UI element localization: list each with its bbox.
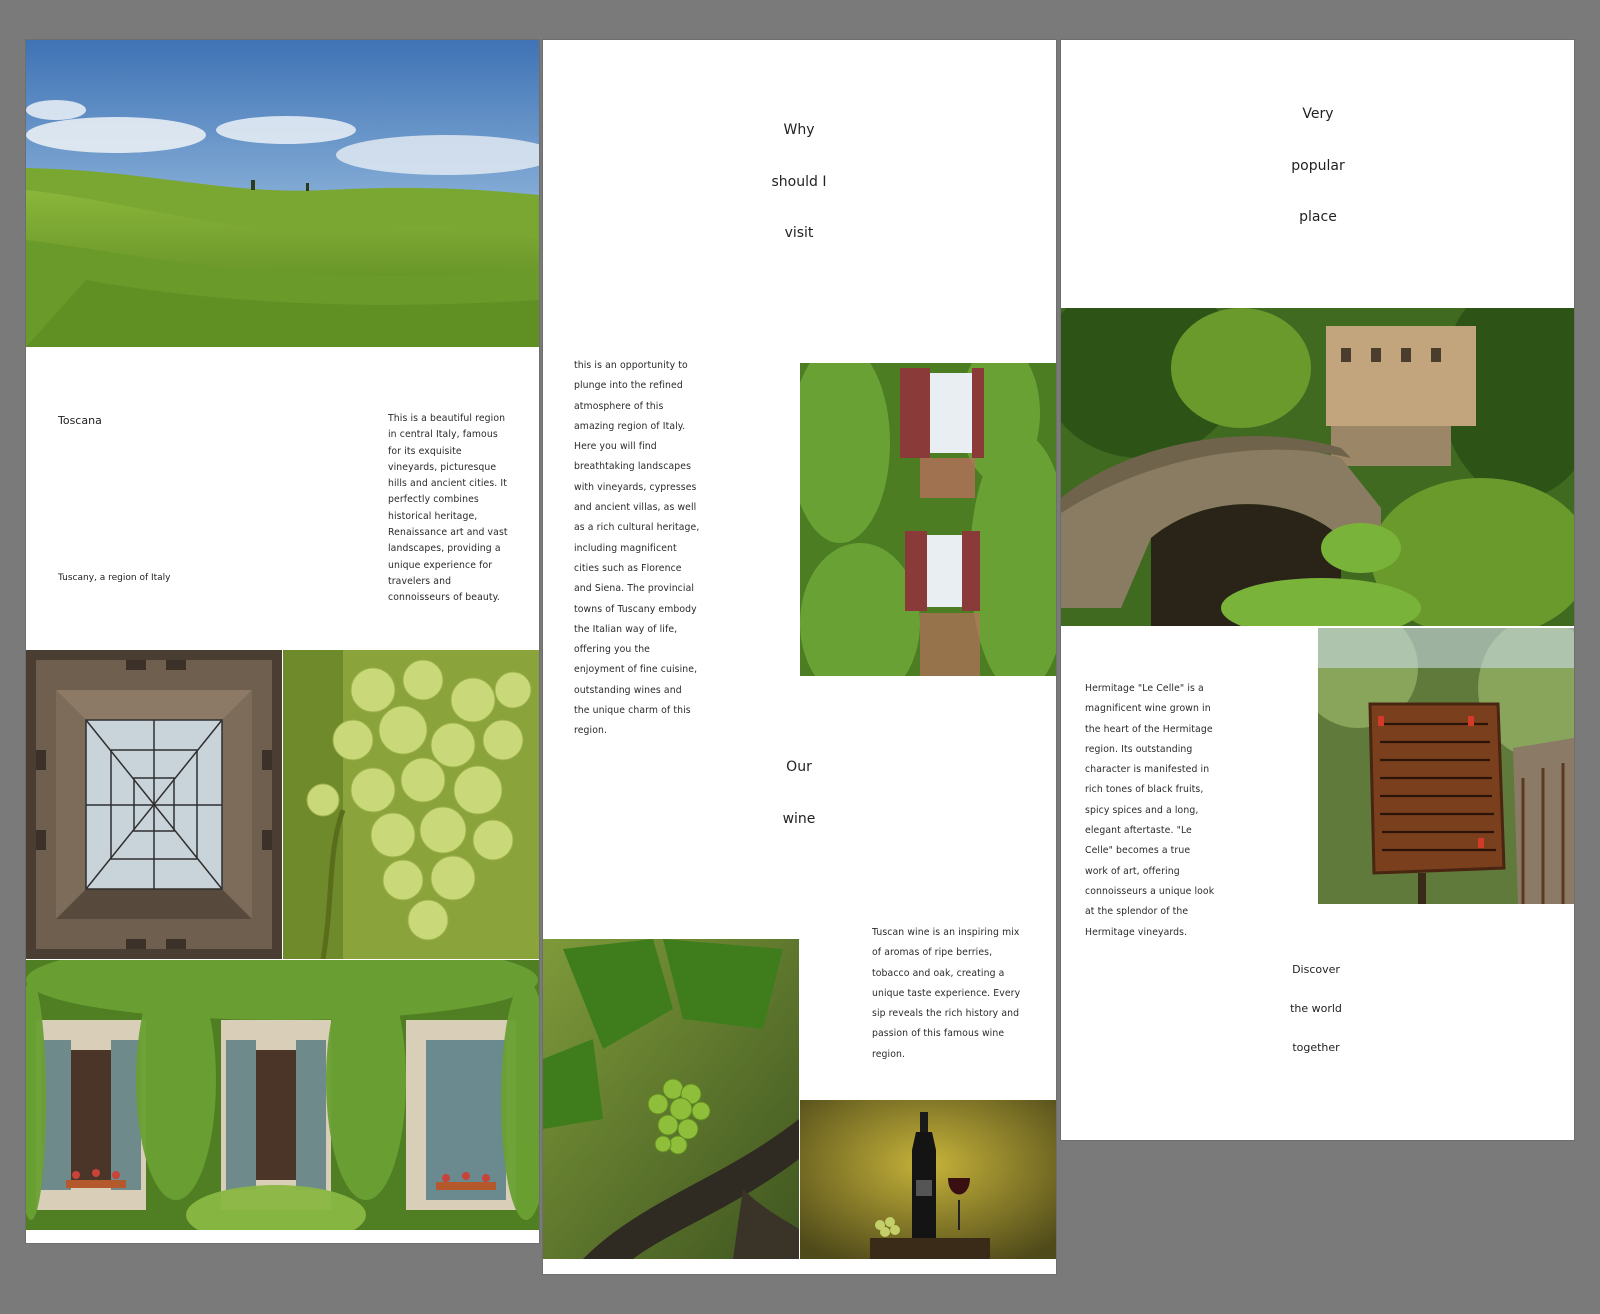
popular-place-heading: Very popular place <box>1218 89 1418 244</box>
heading-line: Discover <box>1292 963 1340 976</box>
page-subtitle: Tuscany, a region of Italy <box>58 573 171 583</box>
wine-description: Tuscan wine is an inspiring mix of aroma… <box>872 927 1021 1060</box>
stone-bridge-photo <box>1061 308 1574 626</box>
discover-heading: Discover the world together <box>1216 950 1416 1067</box>
ivy-windows-photo <box>26 960 539 1230</box>
palazzo-skylight-photo <box>26 650 282 959</box>
hermitage-description: Hermitage "Le Celle" is a magnificent wi… <box>1085 683 1215 938</box>
our-wine-heading: Our wine <box>699 742 899 845</box>
green-grapes-photo <box>283 650 539 959</box>
heading-line: wine <box>782 810 816 827</box>
intro-paragraph: this is an opportunity to plunge into th… <box>574 360 700 737</box>
tuscan-hills-photo <box>26 40 539 347</box>
why-visit-heading: Why should I visit <box>699 105 899 260</box>
ivy-shutters-photo <box>800 363 1056 676</box>
heading-line: visit <box>784 225 814 241</box>
heading-line: Our <box>786 759 812 775</box>
grape-vine-photo <box>543 939 799 1259</box>
page-title: Toscana <box>58 414 102 427</box>
page-toscana: Toscana Tuscany, a region of Italy This … <box>26 40 539 1243</box>
heading-line: Very <box>1302 106 1334 122</box>
page-popular-place: Very popular place Hermitage "Le Celle" … <box>1061 40 1574 1140</box>
heading-line: popular <box>1291 157 1345 174</box>
wooden-sign-photo <box>1318 628 1574 904</box>
wine-bottle-photo <box>800 1100 1056 1259</box>
heading-line: place <box>1299 209 1337 225</box>
heading-line: the world <box>1290 1002 1342 1015</box>
page-why-visit: Why should I visit this is an opportunit… <box>543 40 1056 1274</box>
region-description: This is a beautiful region in central It… <box>388 413 508 604</box>
heading-line: together <box>1292 1041 1340 1054</box>
heading-line: Why <box>783 122 815 138</box>
heading-line: should I <box>771 173 827 190</box>
